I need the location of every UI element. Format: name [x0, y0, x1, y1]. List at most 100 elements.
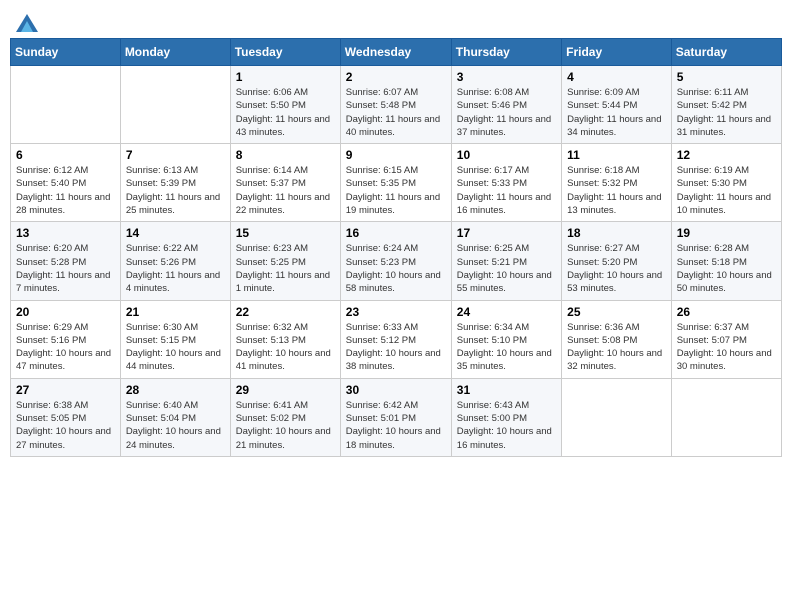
day-number: 17: [457, 226, 556, 240]
calendar-cell: 15Sunrise: 6:23 AMSunset: 5:25 PMDayligh…: [230, 222, 340, 300]
day-number: 26: [677, 305, 776, 319]
day-header-saturday: Saturday: [671, 39, 781, 66]
calendar-cell: 9 Sunrise: 6:15 AMSunset: 5:35 PMDaylight…: [340, 144, 451, 222]
calendar-cell: 17 Sunrise: 6:25 AMSunset: 5:21 PMDayligh…: [451, 222, 561, 300]
day-info: Sunrise: 6:19 AMSunset: 5:30 PMDaylight:…: [677, 164, 776, 217]
day-info: Sunrise: 6:42 AMSunset: 5:01 PMDaylight:…: [346, 399, 446, 452]
day-number: 11: [567, 148, 666, 162]
calendar-cell: 18Sunrise: 6:27 AMSunset: 5:20 PMDayligh…: [562, 222, 672, 300]
day-header-monday: Monday: [120, 39, 230, 66]
day-number: 13: [16, 226, 115, 240]
day-number: 22: [236, 305, 335, 319]
day-number: 14: [126, 226, 225, 240]
day-number: 24: [457, 305, 556, 319]
day-info: Sunrise: 6:33 AMSunset: 5:12 PMDaylight:…: [346, 321, 446, 374]
calendar-cell: 2 Sunrise: 6:07 AMSunset: 5:48 PMDaylight…: [340, 66, 451, 144]
day-info: Sunrise: 6:43 AMSunset: 5:00 PMDaylight:…: [457, 399, 556, 452]
calendar-cell: 30 Sunrise: 6:42 AMSunset: 5:01 PMDayligh…: [340, 378, 451, 456]
day-number: 29: [236, 383, 335, 397]
day-info: Sunrise: 6:29 AMSunset: 5:16 PMDaylight:…: [16, 321, 115, 374]
calendar-cell: 6 Sunrise: 6:12 AMSunset: 5:40 PMDaylight…: [11, 144, 121, 222]
day-number: 2: [346, 70, 446, 84]
calendar-table: SundayMondayTuesdayWednesdayThursdayFrid…: [10, 38, 782, 457]
calendar-cell: 29 Sunrise: 6:41 AMSunset: 5:02 PMDayligh…: [230, 378, 340, 456]
calendar-cell: [671, 378, 781, 456]
day-info: Sunrise: 6:36 AMSunset: 5:08 PMDaylight:…: [567, 321, 666, 374]
day-number: 20: [16, 305, 115, 319]
day-number: 19: [677, 226, 776, 240]
day-info: Sunrise: 6:30 AMSunset: 5:15 PMDaylight:…: [126, 321, 225, 374]
day-number: 30: [346, 383, 446, 397]
day-number: 27: [16, 383, 115, 397]
day-info: Sunrise: 6:25 AMSunset: 5:21 PMDaylight:…: [457, 242, 556, 295]
day-info: Sunrise: 6:08 AMSunset: 5:46 PMDaylight:…: [457, 86, 556, 139]
day-info: Sunrise: 6:12 AMSunset: 5:40 PMDaylight:…: [16, 164, 115, 217]
calendar-cell: 23 Sunrise: 6:33 AMSunset: 5:12 PMDayligh…: [340, 300, 451, 378]
calendar-cell: 16 Sunrise: 6:24 AMSunset: 5:23 PMDayligh…: [340, 222, 451, 300]
day-number: 7: [126, 148, 225, 162]
day-number: 9: [346, 148, 446, 162]
calendar-cell: 11 Sunrise: 6:18 AMSunset: 5:32 PMDayligh…: [562, 144, 672, 222]
day-info: Sunrise: 6:23 AMSunset: 5:25 PMDaylight:…: [236, 242, 335, 295]
day-info: Sunrise: 6:34 AMSunset: 5:10 PMDaylight:…: [457, 321, 556, 374]
day-info: Sunrise: 6:14 AMSunset: 5:37 PMDaylight:…: [236, 164, 335, 217]
calendar-cell: 10 Sunrise: 6:17 AMSunset: 5:33 PMDayligh…: [451, 144, 561, 222]
day-header-sunday: Sunday: [11, 39, 121, 66]
day-info: Sunrise: 6:32 AMSunset: 5:13 PMDaylight:…: [236, 321, 335, 374]
calendar-cell: 4 Sunrise: 6:09 AMSunset: 5:44 PMDaylight…: [562, 66, 672, 144]
calendar-cell: 7 Sunrise: 6:13 AMSunset: 5:39 PMDaylight…: [120, 144, 230, 222]
calendar-cell: 13 Sunrise: 6:20 AMSunset: 5:28 PMDayligh…: [11, 222, 121, 300]
day-info: Sunrise: 6:41 AMSunset: 5:02 PMDaylight:…: [236, 399, 335, 452]
day-info: Sunrise: 6:24 AMSunset: 5:23 PMDaylight:…: [346, 242, 446, 295]
day-info: Sunrise: 6:15 AMSunset: 5:35 PMDaylight:…: [346, 164, 446, 217]
day-info: Sunrise: 6:18 AMSunset: 5:32 PMDaylight:…: [567, 164, 666, 217]
day-info: Sunrise: 6:09 AMSunset: 5:44 PMDaylight:…: [567, 86, 666, 139]
calendar-cell: 28Sunrise: 6:40 AMSunset: 5:04 PMDayligh…: [120, 378, 230, 456]
calendar-cell: 14 Sunrise: 6:22 AMSunset: 5:26 PMDayligh…: [120, 222, 230, 300]
day-info: Sunrise: 6:28 AMSunset: 5:18 PMDaylight:…: [677, 242, 776, 295]
day-info: Sunrise: 6:06 AMSunset: 5:50 PMDaylight:…: [236, 86, 335, 139]
day-number: 23: [346, 305, 446, 319]
day-info: Sunrise: 6:37 AMSunset: 5:07 PMDaylight:…: [677, 321, 776, 374]
header: [10, 10, 782, 30]
day-number: 21: [126, 305, 225, 319]
day-header-tuesday: Tuesday: [230, 39, 340, 66]
calendar-cell: 22 Sunrise: 6:32 AMSunset: 5:13 PMDayligh…: [230, 300, 340, 378]
day-info: Sunrise: 6:07 AMSunset: 5:48 PMDaylight:…: [346, 86, 446, 139]
day-info: Sunrise: 6:22 AMSunset: 5:26 PMDaylight:…: [126, 242, 225, 295]
calendar-cell: 5 Sunrise: 6:11 AMSunset: 5:42 PMDaylight…: [671, 66, 781, 144]
day-info: Sunrise: 6:11 AMSunset: 5:42 PMDaylight:…: [677, 86, 776, 139]
logo-icon: [16, 14, 38, 32]
calendar-cell: 1 Sunrise: 6:06 AMSunset: 5:50 PMDaylight…: [230, 66, 340, 144]
day-info: Sunrise: 6:13 AMSunset: 5:39 PMDaylight:…: [126, 164, 225, 217]
day-number: 3: [457, 70, 556, 84]
day-header-friday: Friday: [562, 39, 672, 66]
day-number: 10: [457, 148, 556, 162]
calendar-cell: 8 Sunrise: 6:14 AMSunset: 5:37 PMDaylight…: [230, 144, 340, 222]
calendar-cell: [11, 66, 121, 144]
day-header-thursday: Thursday: [451, 39, 561, 66]
calendar-cell: 24 Sunrise: 6:34 AMSunset: 5:10 PMDayligh…: [451, 300, 561, 378]
calendar-cell: 31Sunrise: 6:43 AMSunset: 5:00 PMDayligh…: [451, 378, 561, 456]
day-number: 1: [236, 70, 335, 84]
calendar-cell: 27 Sunrise: 6:38 AMSunset: 5:05 PMDayligh…: [11, 378, 121, 456]
day-number: 6: [16, 148, 115, 162]
day-number: 16: [346, 226, 446, 240]
day-header-wednesday: Wednesday: [340, 39, 451, 66]
day-number: 5: [677, 70, 776, 84]
calendar-cell: 26 Sunrise: 6:37 AMSunset: 5:07 PMDayligh…: [671, 300, 781, 378]
day-info: Sunrise: 6:17 AMSunset: 5:33 PMDaylight:…: [457, 164, 556, 217]
day-info: Sunrise: 6:38 AMSunset: 5:05 PMDaylight:…: [16, 399, 115, 452]
day-number: 28: [126, 383, 225, 397]
day-number: 4: [567, 70, 666, 84]
day-number: 25: [567, 305, 666, 319]
calendar-cell: 25 Sunrise: 6:36 AMSunset: 5:08 PMDayligh…: [562, 300, 672, 378]
day-number: 12: [677, 148, 776, 162]
calendar-cell: 3 Sunrise: 6:08 AMSunset: 5:46 PMDaylight…: [451, 66, 561, 144]
calendar-cell: 20 Sunrise: 6:29 AMSunset: 5:16 PMDayligh…: [11, 300, 121, 378]
calendar-cell: [562, 378, 672, 456]
calendar-cell: 19 Sunrise: 6:28 AMSunset: 5:18 PMDayligh…: [671, 222, 781, 300]
day-info: Sunrise: 6:20 AMSunset: 5:28 PMDaylight:…: [16, 242, 115, 295]
day-number: 8: [236, 148, 335, 162]
calendar-cell: [120, 66, 230, 144]
